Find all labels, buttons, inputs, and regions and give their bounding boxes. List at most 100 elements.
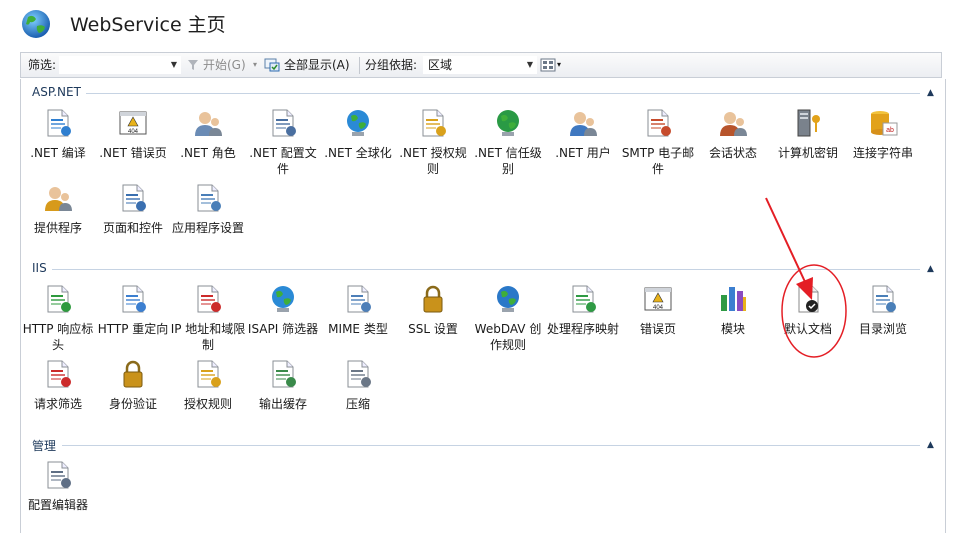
http-redirect-icon: [122, 285, 146, 313]
feature-label: SMTP 电子邮件: [621, 146, 695, 176]
feature-tile[interactable]: 模块: [695, 283, 771, 357]
page-title: WebService 主页: [70, 14, 226, 36]
feature-label: 模块: [720, 322, 745, 336]
machine-key-icon: [797, 109, 820, 137]
isapi-filters-icon: [272, 286, 294, 312]
feature-tile[interactable]: .NET 授权规则: [395, 107, 471, 181]
feature-label: 请求筛选: [33, 397, 82, 411]
feature-tile[interactable]: 提供程序: [20, 182, 96, 256]
svg-text:404: 404: [128, 129, 139, 135]
feature-label: 身份验证: [108, 397, 157, 411]
chevron-down-icon[interactable]: ▼: [527, 57, 533, 73]
feature-tile[interactable]: .NET 配置文件: [245, 107, 321, 181]
feature-label: .NET 角色: [180, 146, 236, 160]
feature-tile[interactable]: HTTP 重定向: [95, 283, 171, 357]
group-by-value: 区域: [428, 58, 453, 72]
filter-input[interactable]: ▼: [59, 56, 181, 74]
feature-tile[interactable]: .NET 角色: [170, 107, 246, 181]
compile-icon: [47, 109, 71, 137]
feature-label: 页面和控件: [102, 221, 163, 235]
feature-label: 授权规则: [183, 397, 232, 411]
feature-tile[interactable]: 会话状态: [695, 107, 771, 181]
feature-label: MIME 类型: [328, 322, 388, 336]
feature-tile[interactable]: 404 .NET 错误页: [95, 107, 171, 181]
feature-tile[interactable]: 应用程序设置: [170, 182, 246, 256]
feature-tile[interactable]: 页面和控件: [95, 182, 171, 256]
feature-tile[interactable]: 请求筛选: [20, 358, 96, 432]
feature-tile[interactable]: 默认文档: [770, 283, 846, 357]
authentication-icon: [123, 360, 143, 388]
collapse-aspnet-icon[interactable]: ▲: [927, 88, 934, 98]
feature-label: .NET 授权规则: [399, 146, 467, 176]
feature-tile[interactable]: 授权规则: [170, 358, 246, 432]
authorization-rules-icon: [197, 360, 221, 388]
feature-label: .NET 错误页: [99, 146, 167, 160]
group-divider: [62, 445, 920, 446]
feature-tile[interactable]: 压缩: [320, 358, 396, 432]
feature-label: 处理程序映射: [546, 322, 619, 336]
output-caching-icon: [272, 360, 296, 388]
feature-tile[interactable]: WebDAV 创作规则: [470, 283, 546, 357]
feature-tile[interactable]: 计算机密钥: [770, 107, 846, 181]
config-editor-icon: [47, 461, 71, 489]
feature-tile[interactable]: .NET 全球化: [320, 107, 396, 181]
start-button[interactable]: 开始(G): [203, 57, 246, 73]
feature-tile[interactable]: .NET 用户: [545, 107, 621, 181]
authorization-icon: [422, 109, 446, 137]
feature-tile[interactable]: ISAPI 筛选器: [245, 283, 321, 357]
feature-label: 输出缓存: [258, 397, 307, 411]
modules-icon: [721, 287, 746, 311]
feature-label: .NET 信任级别: [474, 146, 542, 176]
show-all-icon: [264, 58, 280, 72]
mime-types-icon: [347, 285, 371, 313]
collapse-management-icon[interactable]: ▲: [927, 440, 934, 450]
users-icon: [570, 112, 597, 136]
feature-tile[interactable]: SMTP 电子邮件: [620, 107, 696, 181]
feature-tile[interactable]: .NET 信任级别: [470, 107, 546, 181]
funnel-icon: [188, 60, 198, 70]
feature-tile[interactable]: MIME 类型: [320, 283, 396, 357]
group-header-management: 管理: [32, 439, 57, 453]
error-page-icon: 404: [119, 111, 147, 135]
feature-tile[interactable]: 身份验证: [95, 358, 171, 432]
feature-tile[interactable]: .NET 编译: [20, 107, 96, 181]
connection-string-icon: ab: [871, 111, 898, 136]
view-dropdown-icon[interactable]: ▾: [557, 57, 561, 73]
group-header-aspnet: ASP.NET: [32, 85, 81, 99]
feature-label: IP 地址和域限制: [170, 322, 246, 352]
feature-tile[interactable]: 目录浏览: [845, 283, 921, 357]
feature-tile[interactable]: 输出缓存: [245, 358, 321, 432]
feature-label: SSL 设置: [408, 322, 458, 336]
start-dropdown-icon[interactable]: ▾: [253, 57, 257, 73]
feature-tile[interactable]: 处理程序映射: [545, 283, 621, 357]
feature-label: 会话状态: [708, 146, 757, 160]
view-toggle-icon[interactable]: [540, 58, 556, 72]
feature-tile[interactable]: 配置编辑器: [20, 459, 96, 533]
feature-tile[interactable]: 404 错误页: [620, 283, 696, 357]
filter-toolbar: 筛选: ▼ 开始(G) ▾ 全部显示(A) 分组依据: 区域 ▼ ▾: [20, 52, 942, 78]
roles-icon: [195, 112, 222, 136]
feature-label: 连接字符串: [852, 146, 913, 160]
svg-text:404: 404: [653, 305, 664, 311]
feature-tile[interactable]: HTTP 响应标头: [20, 283, 96, 357]
http-headers-icon: [47, 285, 71, 313]
collapse-iis-icon[interactable]: ▲: [927, 264, 934, 274]
feature-label: ISAPI 筛选器: [247, 322, 319, 336]
feature-label: HTTP 响应标头: [22, 322, 94, 352]
group-divider: [86, 93, 920, 94]
chevron-down-icon[interactable]: ▼: [171, 57, 177, 73]
group-by-select[interactable]: 区域 ▼: [423, 56, 537, 74]
handler-mappings-icon: [572, 285, 596, 313]
show-all-button[interactable]: 全部显示(A): [284, 57, 350, 73]
feature-label: 配置编辑器: [27, 498, 88, 512]
feature-tile[interactable]: SSL 设置: [395, 283, 471, 357]
feature-tile[interactable]: ab 连接字符串: [845, 107, 921, 181]
feature-label: 压缩: [345, 397, 370, 411]
feature-tile[interactable]: IP 地址和域限制: [170, 283, 246, 357]
compression-icon: [347, 360, 371, 388]
webdav-icon: [497, 286, 519, 312]
feature-label: 默认文档: [783, 322, 832, 336]
feature-label: .NET 用户: [555, 146, 611, 160]
globalization-icon: [347, 110, 369, 136]
feature-label: 计算机密钥: [777, 146, 838, 160]
